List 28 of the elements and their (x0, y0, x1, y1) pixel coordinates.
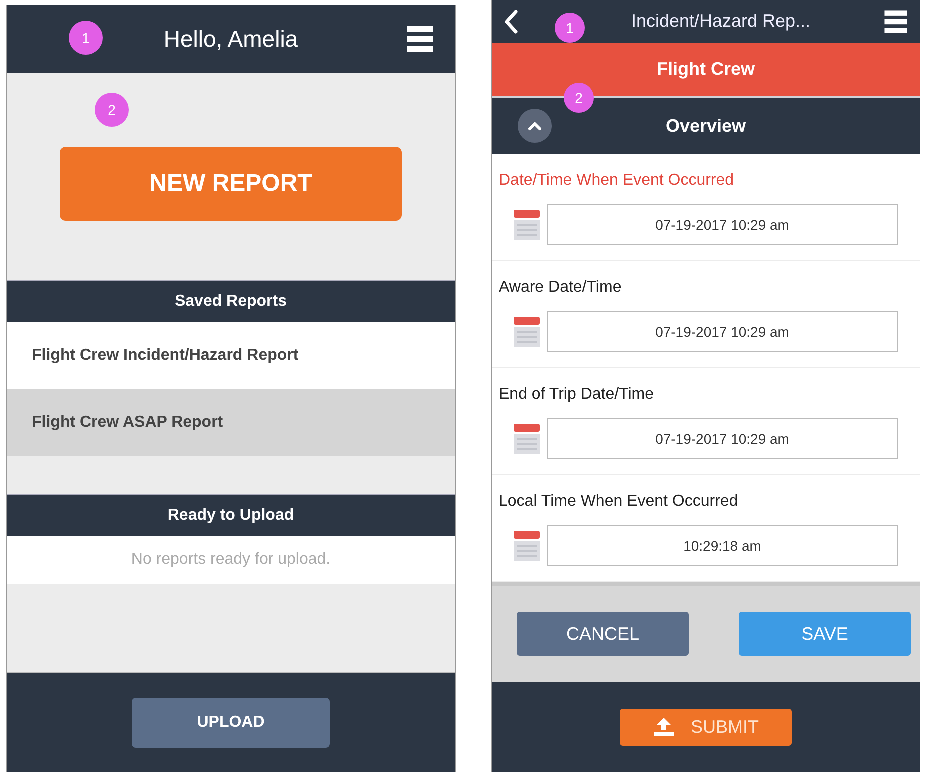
field-label: Local Time When Event Occurred (499, 492, 740, 512)
calendar-icon[interactable] (513, 424, 541, 454)
saved-report-item[interactable]: Flight Crew Incident/Hazard Report (7, 322, 455, 389)
date-field[interactable]: 07-19-2017 10:29 am (547, 204, 898, 245)
back-icon[interactable] (504, 10, 518, 34)
section-title: Overview (664, 116, 748, 136)
calendar-icon[interactable] (513, 316, 541, 346)
header-title: Incident/Hazard Rep... (631, 11, 811, 32)
date-field[interactable]: 07-19-2017 10:29 am (547, 418, 898, 459)
upload-button[interactable]: UPLOAD (132, 698, 330, 748)
empty-message: No reports ready for upload. (7, 536, 455, 584)
field-label: Aware Date/Time (499, 278, 623, 298)
upload-icon (652, 717, 675, 737)
field-label: Date/Time When Event Occurred (499, 171, 736, 191)
field-label: End of Trip Date/Time (499, 385, 656, 405)
saved-report-item[interactable]: Flight Crew ASAP Report (7, 389, 455, 456)
calendar-icon[interactable] (513, 530, 541, 560)
date-field[interactable]: 07-19-2017 10:29 am (547, 311, 898, 352)
chevron-up-icon (528, 121, 542, 131)
date-field[interactable]: 10:29:18 am (547, 525, 898, 566)
header-title: Hello, Amelia (164, 26, 298, 52)
collapse-toggle[interactable] (518, 109, 552, 143)
section-header: Ready to Upload (7, 494, 455, 536)
menu-icon[interactable] (884, 8, 908, 34)
menu-icon[interactable] (407, 24, 433, 54)
section-header: Saved Reports (7, 280, 455, 322)
cancel-button[interactable]: CANCEL (517, 612, 689, 656)
calendar-icon[interactable] (513, 210, 541, 240)
